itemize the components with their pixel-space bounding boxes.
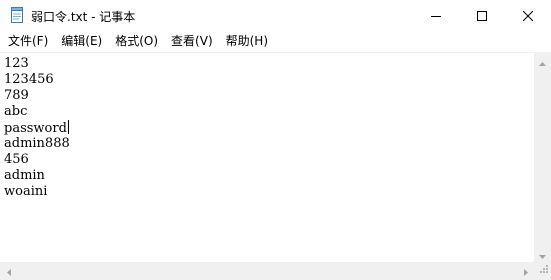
text-line-value: password (4, 121, 67, 136)
window-title: 弱口令.txt - 记事本 (31, 10, 136, 24)
text-line: 456 (4, 152, 29, 167)
menu-edit[interactable]: 编辑(E) (54, 31, 108, 51)
chevron-left-icon (6, 261, 11, 280)
menu-file[interactable]: 文件(F) (0, 31, 54, 51)
text-caret (67, 120, 69, 134)
vertical-scrollbar[interactable] (534, 52, 551, 262)
maximize-button[interactable] (459, 0, 505, 31)
chevron-up-icon (539, 51, 546, 70)
text-editor[interactable]: 123 123456 789 abc password admin888 456… (0, 52, 534, 263)
menu-bar: 文件(F) 编辑(E) 格式(O) 查看(V) 帮助(H) (0, 31, 551, 51)
horizontal-scrollbar[interactable] (0, 262, 534, 280)
text-line: admin888 (4, 136, 70, 151)
title-bar[interactable]: 弱口令.txt - 记事本 (0, 0, 551, 31)
resize-grip-icon (538, 259, 549, 278)
notepad-icon (10, 7, 24, 23)
scroll-left-button[interactable] (0, 262, 17, 279)
text-line: 123456 (4, 72, 54, 87)
menu-view[interactable]: 查看(V) (164, 31, 219, 51)
text-line: 789 (4, 88, 29, 103)
scroll-up-button[interactable] (534, 52, 551, 69)
chevron-right-icon (523, 261, 528, 280)
notepad-window: 弱口令.txt - 记事本 文件(F) 编辑(E) 格式(O) 查看(V) 帮助… (0, 0, 551, 280)
menu-help[interactable]: 帮助(H) (219, 31, 274, 51)
minimize-button[interactable] (413, 0, 459, 31)
close-button[interactable] (505, 0, 551, 31)
minimize-icon (431, 11, 441, 21)
maximize-icon (477, 10, 487, 21)
scroll-right-button[interactable] (517, 262, 534, 279)
editor-content[interactable]: 123 123456 789 abc password admin888 456… (4, 56, 70, 200)
text-line-current: password (4, 120, 70, 136)
menu-format[interactable]: 格式(O) (108, 31, 164, 51)
close-icon (523, 10, 533, 21)
text-line: woaini (4, 184, 48, 199)
size-grip[interactable] (534, 262, 551, 280)
text-line: 123 (4, 56, 29, 71)
text-line: abc (4, 104, 28, 119)
text-line: admin (4, 168, 45, 183)
